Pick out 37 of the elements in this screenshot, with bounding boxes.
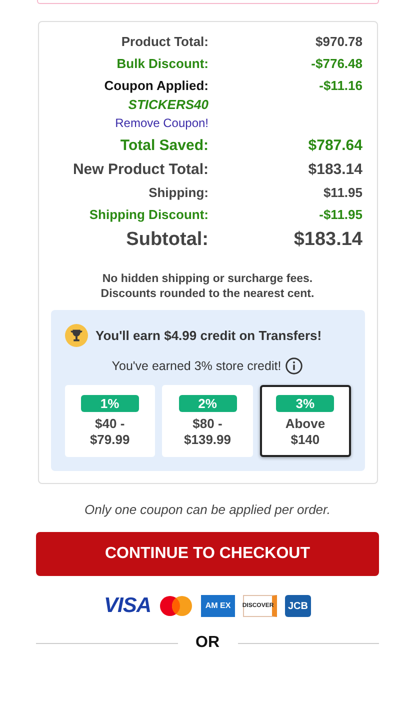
- mastercard-logo: [159, 595, 193, 618]
- summary-value: $970.78: [316, 34, 362, 49]
- discount-label: Bulk Discount:: [116, 56, 208, 71]
- coupon-label: Coupon Applied:: [104, 78, 208, 93]
- checkout-button[interactable]: CONTINUE TO CHECKOUT: [36, 532, 379, 576]
- saved-label: Total Saved:: [120, 137, 208, 154]
- tier-range: $40 - $79.99: [90, 416, 130, 448]
- discount-label: Shipping Discount:: [89, 207, 208, 222]
- tier-range: Above $140: [285, 416, 326, 448]
- jcb-logo: JCB: [285, 595, 311, 618]
- tier-range: $80 - $139.99: [184, 416, 231, 448]
- credit-headline: You'll earn $4.99 credit on Transfers!: [96, 328, 322, 343]
- note-text: Discounts rounded to the nearest cent.: [100, 288, 314, 300]
- subtotal-value: $183.14: [294, 229, 362, 251]
- percent-badge: 1%: [80, 395, 139, 412]
- earned-credit-text: You've earned 3% store credit!: [112, 359, 282, 373]
- note-text: No hidden shipping or surcharge fees.: [102, 273, 313, 285]
- percent-badge: 3%: [276, 395, 334, 412]
- percent-badge: 2%: [178, 395, 236, 412]
- subtotal-label: Subtotal:: [126, 229, 208, 251]
- coupon-value: -$11.16: [319, 78, 362, 93]
- visa-logo: VISA: [104, 594, 151, 618]
- coupon-note: Only one coupon can be applied per order.: [84, 502, 330, 518]
- trophy-icon: [64, 324, 88, 347]
- info-icon[interactable]: [285, 357, 304, 375]
- amex-logo: AM EX: [201, 595, 235, 618]
- discount-value: -$11.95: [319, 207, 362, 222]
- saved-value: $787.64: [308, 137, 362, 154]
- summary-label: Shipping:: [148, 185, 208, 200]
- summary-value: $11.95: [323, 185, 362, 200]
- discount-value: -$776.48: [311, 56, 362, 71]
- remove-coupon-link[interactable]: Remove Coupon!: [115, 116, 208, 130]
- total-label: New Product Total:: [72, 161, 208, 178]
- or-divider-text: OR: [196, 634, 220, 652]
- summary-label: Product Total:: [121, 34, 208, 49]
- coupon-code: STICKERS40: [128, 97, 208, 112]
- total-value: $183.14: [308, 161, 362, 178]
